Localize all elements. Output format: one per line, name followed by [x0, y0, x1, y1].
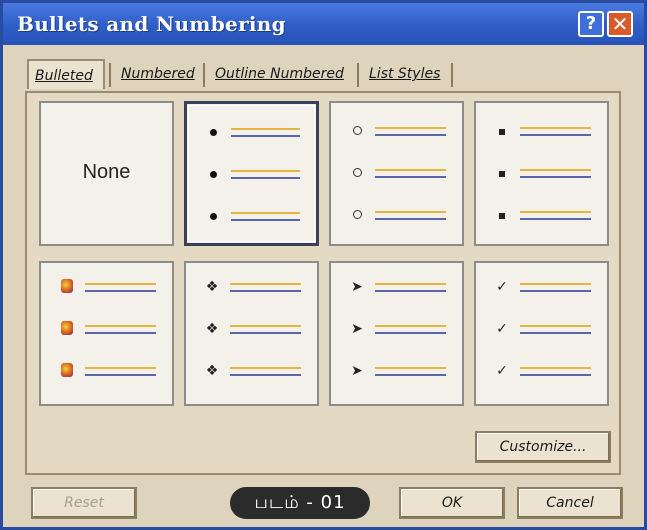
title-bar[interactable]: Bullets and Numbering ? ✕ — [3, 3, 644, 45]
reset-button[interactable]: Reset — [31, 487, 137, 519]
tab-bulleted[interactable]: Bulleted — [27, 59, 105, 89]
tab-separator — [451, 63, 453, 87]
none-label: None — [82, 161, 131, 183]
square-bullet-icon — [494, 165, 510, 181]
picture-bullet-icon — [59, 279, 75, 295]
checkmark-bullet-icon: ✓ — [496, 321, 508, 337]
tab-separator — [357, 63, 359, 87]
hollow-circle-bullet-icon — [349, 123, 365, 139]
cancel-button[interactable]: Cancel — [517, 487, 623, 519]
hollow-circle-bullet-icon — [349, 207, 365, 223]
dialog-title: Bullets and Numbering — [17, 12, 286, 36]
checkmark-bullet-icon: ✓ — [496, 363, 508, 379]
square-bullet-icon — [494, 207, 510, 223]
ok-button[interactable]: OK — [399, 487, 505, 519]
bullet-style-none[interactable]: None — [39, 101, 174, 246]
square-bullet-icon — [494, 123, 510, 139]
bullet-style-picture[interactable] — [39, 261, 174, 406]
bullet-style-hollow-circle[interactable] — [329, 101, 464, 246]
tab-numbered[interactable]: Numbered — [115, 59, 201, 89]
arrowhead-bullet-icon: ➤ — [351, 279, 363, 295]
bullet-style-filled-dot[interactable] — [184, 101, 319, 246]
checkmark-bullet-icon: ✓ — [496, 279, 508, 295]
picture-bullet-icon — [59, 321, 75, 337]
four-diamond-bullet-icon: ❖ — [205, 279, 219, 295]
help-button[interactable]: ? — [578, 11, 604, 37]
tab-separator — [203, 63, 205, 87]
customize-button[interactable]: Customize... — [475, 431, 611, 463]
tab-strip: Bulleted Numbered Outline Numbered List … — [27, 59, 627, 91]
filled-circle-bullet-icon — [205, 166, 221, 182]
picture-bullet-icon — [59, 363, 75, 379]
close-button[interactable]: ✕ — [607, 11, 633, 37]
bullet-style-checkmark[interactable]: ✓ ✓ ✓ — [474, 261, 609, 406]
hollow-circle-bullet-icon — [349, 165, 365, 181]
arrowhead-bullet-icon: ➤ — [351, 321, 363, 337]
bullet-style-square[interactable] — [474, 101, 609, 246]
four-diamond-bullet-icon: ❖ — [205, 321, 219, 337]
tab-list-styles[interactable]: List Styles — [363, 59, 457, 89]
arrowhead-bullet-icon: ➤ — [351, 363, 363, 379]
tab-separator — [109, 63, 111, 87]
filled-circle-bullet-icon — [205, 124, 221, 140]
filled-circle-bullet-icon — [205, 208, 221, 224]
figure-caption: படம் - 01 — [230, 487, 370, 519]
four-diamond-bullet-icon: ❖ — [205, 363, 219, 379]
bullet-style-diamonds[interactable]: ❖ ❖ ❖ — [184, 261, 319, 406]
bulleted-tab-panel: None ❖ ❖ ❖ ➤ ➤ ➤ ✓ ✓ ✓ Customize... — [25, 91, 621, 475]
tab-outline-numbered[interactable]: Outline Numbered — [209, 59, 355, 89]
bullets-and-numbering-dialog: Bullets and Numbering ? ✕ Bulleted Numbe… — [0, 0, 647, 530]
bullet-style-arrowhead[interactable]: ➤ ➤ ➤ — [329, 261, 464, 406]
